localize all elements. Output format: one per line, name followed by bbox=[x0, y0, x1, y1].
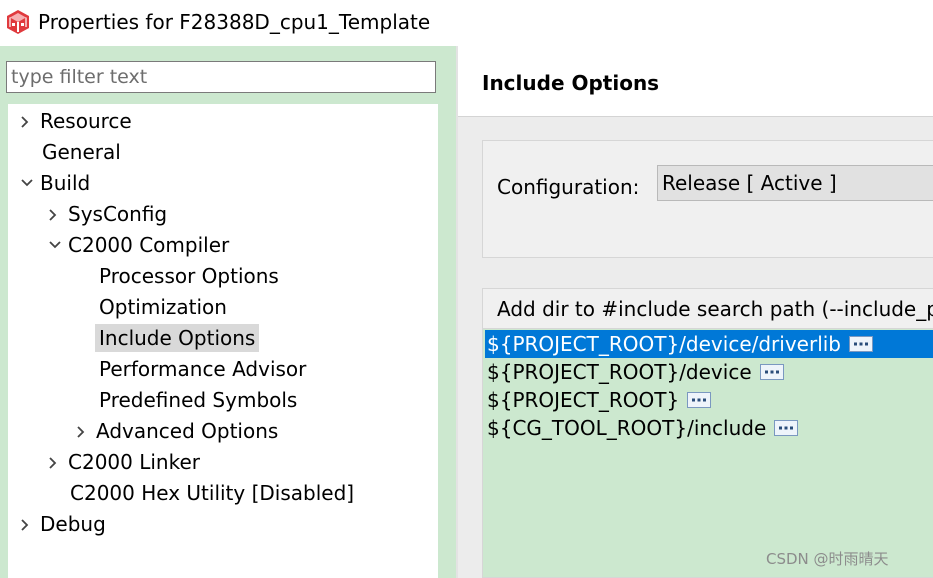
include-path-row[interactable]: ${PROJECT_ROOT}/device/driverlib bbox=[485, 330, 933, 358]
tree-item-label: Build bbox=[40, 171, 91, 195]
navigation-panel: Resource General Build SysConfig C2000 Compi… bbox=[0, 46, 456, 578]
chevron-down-icon[interactable] bbox=[18, 169, 36, 197]
configuration-select[interactable]: Release [ Active ] bbox=[657, 165, 933, 201]
chevron-right-icon[interactable] bbox=[18, 107, 36, 135]
include-path-group: Add dir to #include search path (--inclu… bbox=[482, 288, 933, 578]
include-path-row[interactable]: ${CG_TOOL_ROOT}/include bbox=[485, 414, 933, 442]
include-path-row[interactable]: ${PROJECT_ROOT} bbox=[485, 386, 933, 414]
include-path-text: ${PROJECT_ROOT}/device/driverlib bbox=[487, 332, 842, 356]
tree-item[interactable]: SysConfig bbox=[46, 200, 171, 228]
tree-item[interactable]: General bbox=[38, 138, 125, 166]
include-path-text: ${CG_TOOL_ROOT}/include bbox=[487, 416, 767, 440]
page-title: Include Options bbox=[482, 71, 660, 95]
tree-item-label: C2000 Linker bbox=[68, 450, 200, 474]
page-header: Include Options bbox=[458, 46, 933, 117]
tree-item-label: Predefined Symbols bbox=[99, 388, 298, 412]
chevron-right-icon[interactable] bbox=[46, 448, 64, 476]
properties-tree: Resource General Build SysConfig C2000 Compi… bbox=[8, 104, 438, 578]
include-path-text: ${PROJECT_ROOT}/device bbox=[487, 360, 752, 384]
tree-item-label: C2000 Compiler bbox=[68, 233, 230, 257]
tree-item[interactable]: Debug bbox=[18, 510, 110, 538]
watermark: CSDN @时雨晴天 bbox=[766, 550, 889, 568]
tree-item-label: Advanced Options bbox=[96, 419, 279, 443]
tree-item-label: Include Options bbox=[95, 324, 260, 352]
tree-item-label: SysConfig bbox=[68, 202, 168, 226]
ellipsis-icon[interactable] bbox=[759, 363, 784, 380]
filter-input[interactable] bbox=[6, 61, 436, 93]
window-title: Properties for F28388D_cpu1_Template bbox=[38, 10, 431, 34]
configuration-value: Release [ Active ] bbox=[662, 171, 837, 195]
title-bar: Properties for F28388D_cpu1_Template bbox=[0, 0, 933, 46]
tree-item[interactable]: Processor Options bbox=[95, 262, 283, 290]
eclipse-cube-icon bbox=[7, 10, 29, 34]
tree-item[interactable]: Include Options bbox=[95, 324, 260, 352]
tree-item[interactable]: C2000 Compiler bbox=[46, 231, 233, 259]
ellipsis-icon[interactable] bbox=[774, 419, 799, 436]
tree-item-label: C2000 Hex Utility [Disabled] bbox=[70, 481, 355, 505]
tree-item-label: Resource bbox=[40, 109, 132, 133]
chevron-right-icon[interactable] bbox=[18, 510, 36, 538]
chevron-right-icon[interactable] bbox=[74, 417, 92, 445]
ellipsis-icon[interactable] bbox=[849, 335, 874, 352]
include-path-text: ${PROJECT_ROOT} bbox=[487, 388, 680, 412]
ellipsis-icon[interactable] bbox=[687, 391, 712, 408]
tree-item[interactable]: Optimization bbox=[95, 293, 231, 321]
tree-item[interactable]: Resource bbox=[18, 107, 136, 135]
tree-item[interactable]: C2000 Hex Utility [Disabled] bbox=[66, 479, 358, 507]
chevron-down-icon[interactable] bbox=[46, 231, 64, 259]
tree-item[interactable]: Advanced Options bbox=[74, 417, 282, 445]
configuration-label: Configuration: bbox=[497, 175, 640, 199]
tree-item-label: Processor Options bbox=[99, 264, 279, 288]
tree-item-label: Performance Advisor bbox=[99, 357, 307, 381]
tree-item-label: General bbox=[42, 140, 121, 164]
tree-item[interactable]: Build bbox=[18, 169, 94, 197]
configuration-group: Configuration: Release [ Active ] bbox=[482, 140, 933, 258]
include-path-header: Add dir to #include search path (--inclu… bbox=[483, 289, 933, 329]
chevron-right-icon[interactable] bbox=[46, 200, 64, 228]
content-panel: Include Options Configuration: Release [… bbox=[458, 46, 933, 578]
include-path-row[interactable]: ${PROJECT_ROOT}/device bbox=[485, 358, 933, 386]
tree-item-label: Debug bbox=[40, 512, 106, 536]
tree-item[interactable]: Performance Advisor bbox=[95, 355, 310, 383]
tree-item[interactable]: C2000 Linker bbox=[46, 448, 204, 476]
tree-item-label: Optimization bbox=[99, 295, 227, 319]
tree-item[interactable]: Predefined Symbols bbox=[95, 386, 301, 414]
